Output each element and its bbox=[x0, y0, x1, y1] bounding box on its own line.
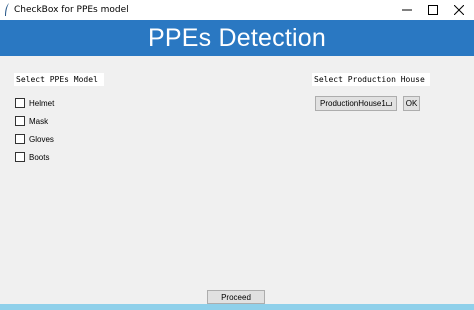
header-banner: PPEs Detection bbox=[0, 20, 474, 56]
maximize-icon bbox=[428, 5, 438, 15]
proceed-button[interactable]: Proceed bbox=[207, 290, 265, 304]
feather-icon bbox=[5, 3, 9, 16]
checkbox-label: Boots bbox=[29, 152, 50, 162]
checkbox-label: Gloves bbox=[29, 134, 54, 144]
page-title: PPEs Detection bbox=[148, 23, 326, 52]
checkbox-gloves[interactable]: Gloves bbox=[15, 133, 54, 145]
dropdown-value: ProductionHouse1 bbox=[320, 99, 386, 108]
checkbox-box[interactable] bbox=[15, 98, 25, 108]
checkbox-box[interactable] bbox=[15, 152, 25, 162]
dropdown-indicator-icon bbox=[385, 101, 392, 106]
checkbox-label: Mask bbox=[29, 116, 49, 126]
app-window: CheckBox for PPEs model PPEs Detection S… bbox=[0, 0, 474, 310]
checkbox-mask[interactable]: Mask bbox=[15, 115, 48, 127]
ok-button[interactable]: OK bbox=[403, 96, 420, 111]
checkbox-box[interactable] bbox=[15, 134, 25, 144]
minimize-icon bbox=[402, 9, 412, 11]
close-button[interactable] bbox=[444, 0, 474, 20]
checkbox-helmet[interactable]: Helmet bbox=[15, 97, 54, 109]
model-section-label: Select PPEs Model bbox=[14, 73, 104, 86]
production-house-dropdown[interactable]: ProductionHouse1 bbox=[315, 96, 397, 111]
checkbox-boots[interactable]: Boots bbox=[15, 151, 49, 163]
window-title: CheckBox for PPEs model bbox=[14, 5, 129, 15]
checkbox-box[interactable] bbox=[15, 116, 25, 126]
taskbar-strip bbox=[0, 304, 474, 310]
checkbox-label: Helmet bbox=[29, 98, 55, 108]
house-section-label: Select Production House bbox=[312, 73, 430, 86]
title-bar: CheckBox for PPEs model bbox=[0, 0, 474, 20]
close-icon bbox=[454, 5, 464, 15]
